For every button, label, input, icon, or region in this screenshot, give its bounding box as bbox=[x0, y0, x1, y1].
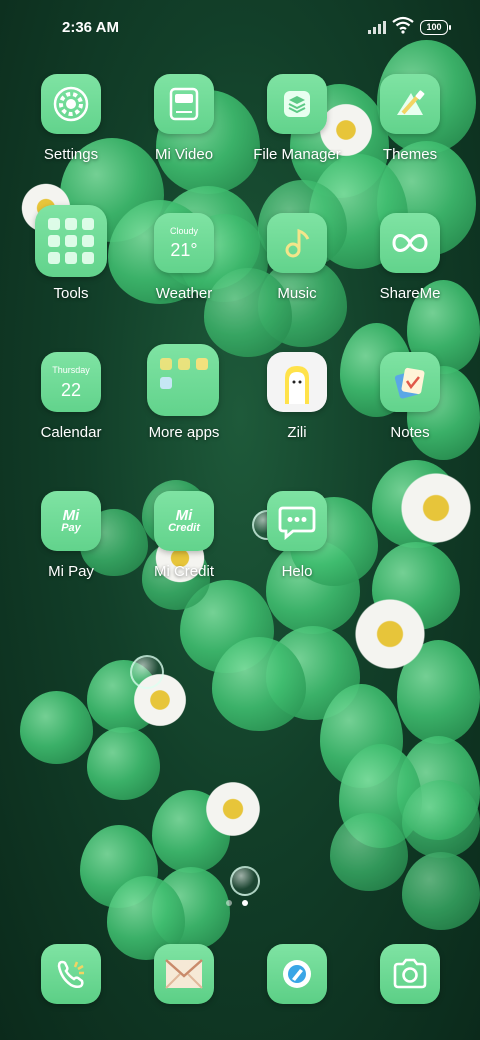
app-label: Helo bbox=[281, 563, 313, 580]
app-helo[interactable]: Helo bbox=[237, 491, 357, 611]
brush-icon bbox=[380, 74, 440, 134]
weather-temperature: 21° bbox=[170, 240, 198, 260]
weather-icon: Cloudy 21° bbox=[154, 213, 214, 273]
app-file-manager[interactable]: File Manager bbox=[237, 74, 357, 194]
app-settings[interactable]: Settings bbox=[11, 74, 131, 194]
app-zili[interactable]: Zili bbox=[237, 352, 357, 472]
bubble-decoration bbox=[130, 655, 164, 689]
folder-icon bbox=[147, 344, 219, 416]
dock-messages[interactable] bbox=[154, 944, 214, 1004]
weather-condition: Cloudy bbox=[169, 226, 198, 236]
cellular-signal-icon bbox=[368, 20, 388, 34]
app-mi-pay[interactable]: Mi Pay Mi Pay bbox=[11, 491, 131, 611]
chat-bubble-icon bbox=[267, 491, 327, 551]
clover-decoration bbox=[330, 780, 480, 930]
app-mi-video[interactable]: Mi Video bbox=[124, 74, 244, 194]
daisy-decoration bbox=[396, 468, 476, 548]
daisy-decoration bbox=[350, 594, 430, 674]
browser-icon bbox=[283, 960, 311, 988]
app-calendar[interactable]: Thursday 22 Calendar bbox=[11, 352, 131, 472]
app-label: Themes bbox=[382, 146, 438, 163]
app-more-apps-folder[interactable]: More apps bbox=[124, 344, 244, 464]
messages-icon bbox=[165, 959, 203, 989]
daisy-decoration bbox=[202, 778, 264, 840]
wifi-icon bbox=[392, 16, 414, 34]
app-shareme[interactable]: ShareMe bbox=[350, 213, 470, 333]
page-indicator[interactable] bbox=[226, 900, 256, 910]
dock-camera[interactable] bbox=[380, 944, 440, 1004]
mi-pay-icon: Mi Pay bbox=[41, 491, 101, 551]
app-label: ShareMe bbox=[379, 285, 441, 302]
folder-icon bbox=[35, 205, 107, 277]
battery-icon: 100 bbox=[420, 20, 451, 35]
zili-icon bbox=[267, 352, 327, 412]
layers-icon bbox=[267, 74, 327, 134]
gear-icon bbox=[41, 74, 101, 134]
notes-icon bbox=[380, 352, 440, 412]
bubble-decoration bbox=[230, 866, 260, 896]
app-mi-credit[interactable]: Mi Credit Mi Credit bbox=[124, 491, 244, 611]
calendar-icon: Thursday 22 bbox=[41, 352, 101, 412]
app-weather[interactable]: Cloudy 21° Weather bbox=[124, 213, 244, 333]
dock-browser[interactable] bbox=[267, 944, 327, 1004]
camera-icon bbox=[393, 958, 427, 989]
page-dot-active[interactable] bbox=[242, 900, 248, 906]
app-tools-folder[interactable]: Tools bbox=[11, 205, 131, 325]
status-bar: 2:36 AM 100 bbox=[0, 0, 480, 56]
clock: 2:36 AM bbox=[62, 19, 119, 36]
calendar-weekday: Thursday bbox=[52, 364, 90, 375]
app-notes[interactable]: Notes bbox=[350, 352, 470, 472]
infinity-icon bbox=[380, 213, 440, 273]
app-themes[interactable]: Themes bbox=[350, 74, 470, 194]
phone-icon bbox=[57, 960, 84, 989]
page-dot[interactable] bbox=[226, 900, 232, 906]
mi-credit-icon: Mi Credit bbox=[154, 491, 214, 551]
calendar-day: 22 bbox=[60, 379, 82, 400]
app-label: Notes bbox=[390, 424, 430, 441]
dock-phone[interactable] bbox=[41, 944, 101, 1004]
app-music[interactable]: Music bbox=[237, 213, 357, 333]
video-icon bbox=[154, 74, 214, 134]
music-note-icon bbox=[267, 213, 327, 273]
